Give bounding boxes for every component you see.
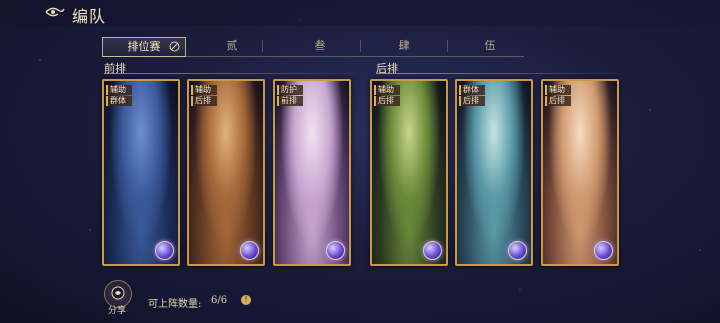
info-icon[interactable]: ! [241, 295, 251, 305]
character-card-1[interactable]: 辅助 群体 [102, 79, 180, 266]
role-tag: 辅助 [191, 85, 217, 95]
skill-orb-icon [594, 241, 613, 260]
role-tag: 群体 [459, 85, 485, 95]
tab-ranked[interactable]: 排位赛 [102, 37, 186, 57]
character-card-4[interactable]: 辅助 后排 [370, 79, 448, 266]
character-card-5[interactable]: 群体 后排 [455, 79, 533, 266]
tab-divider [360, 40, 361, 52]
position-tag: 后排 [545, 96, 571, 106]
character-card-2[interactable]: 辅助 后排 [187, 79, 265, 266]
position-tag: 后排 [191, 96, 217, 106]
position-tag: 后排 [459, 96, 485, 106]
character-card-6[interactable]: 辅助 后排 [541, 79, 619, 266]
tab-4[interactable]: 肆 [384, 37, 424, 55]
skill-orb-icon [326, 241, 345, 260]
skill-orb-icon [155, 241, 174, 260]
back-row-divider [376, 73, 622, 74]
no-entry-icon [169, 41, 180, 52]
character-portrait [189, 81, 263, 264]
role-tag: 辅助 [106, 85, 132, 95]
role-tag: 防护 [277, 85, 303, 95]
front-row-divider [104, 73, 354, 74]
tab-3[interactable]: 叁 [300, 37, 340, 55]
character-portrait [372, 81, 446, 264]
deploy-count-label: 可上阵数量: [148, 299, 202, 310]
character-portrait [543, 81, 617, 264]
tab-divider [262, 40, 263, 52]
character-portrait [275, 81, 349, 264]
top-bar: 编队 [0, 0, 720, 26]
position-tag: 后排 [374, 96, 400, 106]
tab-divider [447, 40, 448, 52]
role-tag: 辅助 [374, 85, 400, 95]
share-label: 分享 [107, 306, 126, 316]
page-title: 编队 [72, 7, 107, 26]
skill-orb-icon [423, 241, 442, 260]
team-tabs: 排位赛 贰 叁 肆 伍 [102, 37, 524, 57]
character-portrait [457, 81, 531, 264]
tab-5[interactable]: 伍 [470, 37, 510, 55]
tab-2[interactable]: 贰 [212, 37, 252, 55]
role-tag: 辅助 [545, 85, 571, 95]
position-tag: 群体 [106, 96, 132, 106]
character-portrait [104, 81, 178, 264]
deploy-count-value: 6/6 [211, 295, 228, 306]
character-card-3[interactable]: 防护 前排 [273, 79, 351, 266]
back-arrow-icon[interactable] [44, 5, 66, 19]
skill-orb-icon [240, 241, 259, 260]
skill-orb-icon [508, 241, 527, 260]
tab-label: 排位赛 [127, 40, 161, 53]
position-tag: 前排 [277, 96, 303, 106]
